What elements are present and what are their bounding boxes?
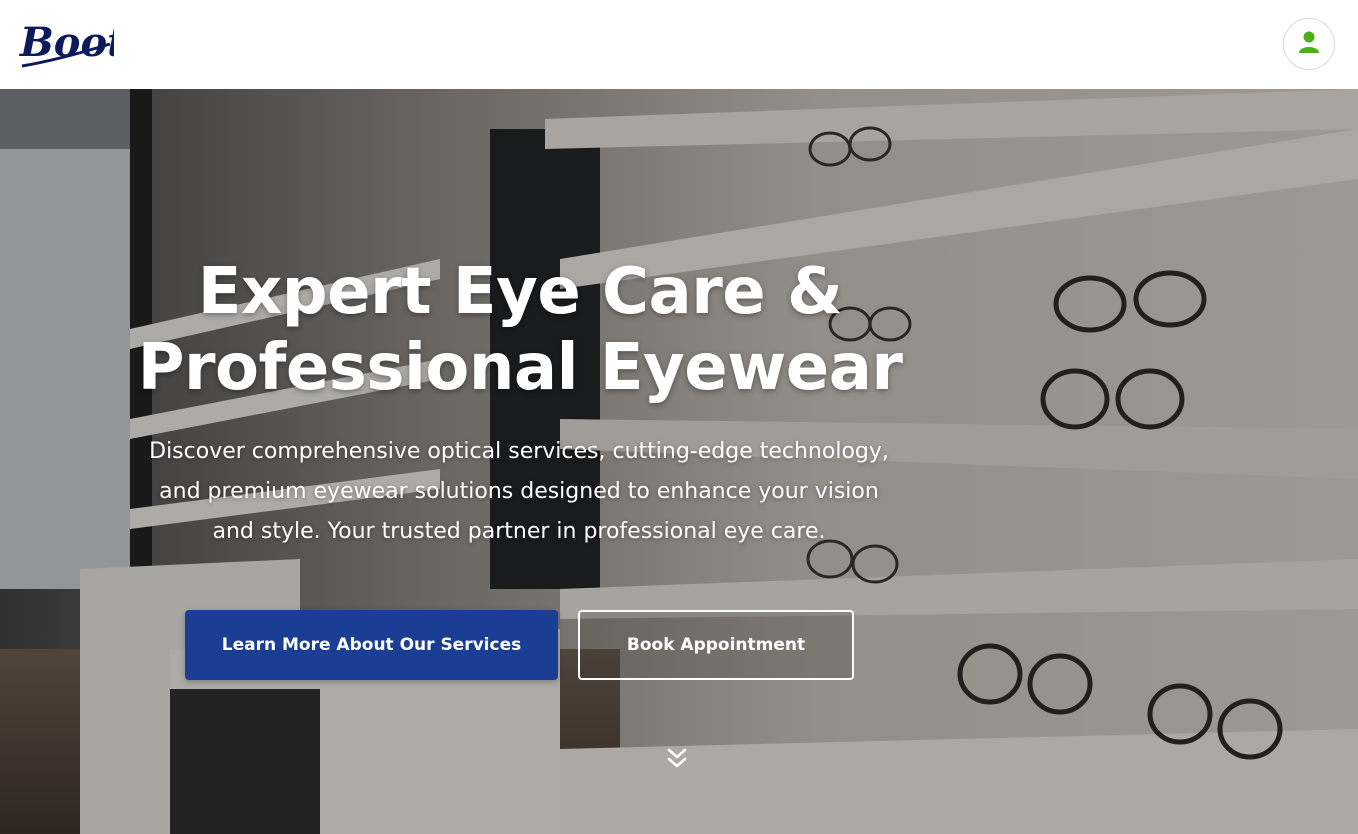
book-appointment-button[interactable]: Book Appointment	[578, 610, 854, 680]
hero-subtitle-line-2: and premium eyewear solutions designed t…	[159, 479, 879, 504]
user-icon	[1298, 30, 1320, 59]
hero-subtitle: Discover comprehensive optical services,…	[140, 432, 898, 552]
hero-title: Expert Eye Care & Professional Eyewear	[120, 254, 920, 406]
account-button[interactable]	[1283, 18, 1335, 70]
hero-subtitle-line-1: Discover comprehensive optical services,…	[149, 439, 889, 464]
hero-title-line-2: Professional Eyewear	[137, 331, 903, 405]
hero-section: Expert Eye Care & Professional Eyewear D…	[0, 89, 1358, 834]
double-chevron-down-icon[interactable]	[664, 747, 690, 771]
site-header: Boots	[0, 0, 1358, 89]
hero-title-line-1: Expert Eye Care &	[197, 255, 843, 329]
learn-more-button[interactable]: Learn More About Our Services	[185, 610, 558, 680]
hero-subtitle-line-3: and style. Your trusted partner in profe…	[212, 519, 826, 544]
boots-logo[interactable]: Boots	[18, 14, 148, 72]
svg-text:Boots: Boots	[19, 19, 114, 66]
